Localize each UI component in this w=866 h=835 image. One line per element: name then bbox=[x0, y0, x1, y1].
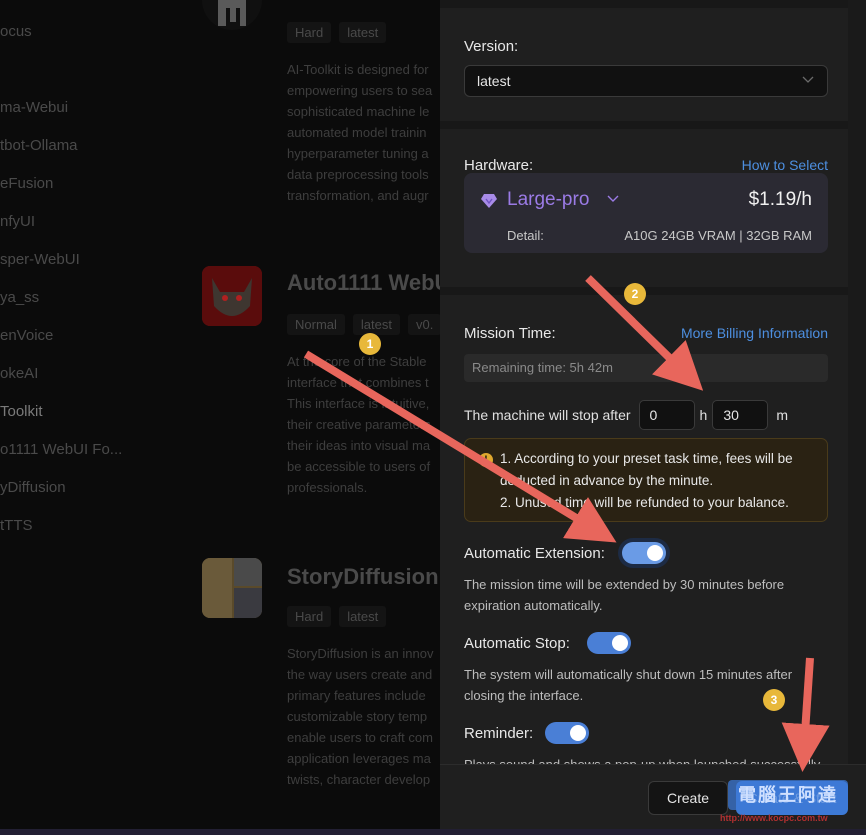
tag: Normal bbox=[287, 314, 345, 335]
warning-icon: ! bbox=[479, 453, 493, 467]
tag: v0. bbox=[407, 314, 440, 335]
bottom-bar bbox=[0, 829, 440, 835]
sidebar-item[interactable]: ya_ss bbox=[0, 289, 39, 306]
app-logo-icon bbox=[202, 0, 262, 30]
hardware-section: Hardware: How to Select Large-pro $1.19/… bbox=[440, 129, 848, 287]
sidebar-item[interactable]: yDiffusion bbox=[0, 479, 66, 496]
watermark-logo: 電腦王阿達 bbox=[728, 780, 848, 810]
app-description: StoryDiffusion is an innov the way users… bbox=[287, 646, 434, 787]
tag: latest bbox=[352, 314, 400, 335]
tag: Hard bbox=[287, 606, 332, 627]
step-badge-2: 2 bbox=[624, 283, 646, 305]
reminder-toggle[interactable] bbox=[545, 722, 589, 744]
scrollbar-track[interactable] bbox=[848, 0, 866, 764]
app-description: AI-Toolkit is designed for empowering us… bbox=[287, 62, 433, 203]
chevron-down-icon bbox=[802, 76, 814, 83]
hours-input[interactable] bbox=[638, 400, 695, 430]
diamond-icon bbox=[481, 194, 497, 208]
hardware-detail-value: A10G 24GB VRAM | 32GB RAM bbox=[624, 228, 812, 243]
sidebar-item[interactable]: enVoice bbox=[0, 327, 53, 344]
chevron-down-icon[interactable] bbox=[606, 192, 620, 206]
minutes-unit: m bbox=[776, 407, 788, 423]
app-title: Auto1111 WebUI bbox=[287, 270, 440, 295]
sidebar-item-active[interactable]: Toolkit bbox=[0, 403, 43, 420]
version-section: Version: latest bbox=[440, 8, 848, 121]
auto-extension-description: The mission time will be extended by 30 … bbox=[464, 577, 785, 613]
auto-extension-label: Automatic Extension: bbox=[464, 545, 605, 562]
auto-stop-description: The system will automatically shut down … bbox=[464, 667, 793, 703]
tag-row: Normal latest v0. bbox=[287, 314, 440, 335]
hardware-detail-label: Detail: bbox=[507, 228, 544, 243]
how-to-select-link[interactable]: How to Select bbox=[742, 157, 828, 173]
auto-stop-label: Automatic Stop: bbox=[464, 635, 570, 652]
tag: Hard bbox=[287, 22, 332, 43]
hardware-card[interactable]: Large-pro $1.19/h Detail: A10G 24GB VRAM… bbox=[464, 173, 828, 253]
sidebar-item[interactable]: o1111 WebUI Fo... bbox=[0, 441, 122, 458]
sidebar-item[interactable]: sper-WebUI bbox=[0, 251, 80, 268]
bottom-bar bbox=[440, 829, 866, 835]
stop-after-label: The machine will stop after bbox=[464, 407, 631, 423]
app-logo-icon bbox=[202, 558, 262, 618]
watermark-url: http://www.kocpc.com.tw bbox=[720, 813, 828, 823]
app-logo-icon bbox=[202, 266, 262, 326]
tag: latest bbox=[339, 22, 387, 43]
sidebar-item[interactable]: ocus bbox=[0, 23, 32, 40]
billing-warning: ! 1. According to your preset task time,… bbox=[464, 438, 828, 522]
sidebar-item[interactable]: tTTS bbox=[0, 517, 33, 534]
tag-row: Hard latest bbox=[287, 606, 387, 627]
background-page: ocus ma-Webui tbot-Ollama eFusion nfyUI … bbox=[0, 0, 440, 835]
auto-stop-toggle[interactable] bbox=[587, 632, 631, 654]
remaining-time: Remaining time: 5h 42m bbox=[464, 354, 828, 382]
step-badge-3: 3 bbox=[763, 689, 785, 711]
step-badge-1: 1 bbox=[359, 333, 381, 355]
app-description: At the core of the Stable interface that… bbox=[287, 354, 431, 495]
app-title: StoryDiffusion bbox=[287, 564, 439, 589]
create-drawer: Version: latest Hardware: How to Select … bbox=[440, 0, 866, 835]
sidebar-item[interactable]: okeAI bbox=[0, 365, 38, 382]
hours-unit: h bbox=[699, 407, 708, 423]
sidebar-item[interactable]: nfyUI bbox=[0, 213, 35, 230]
hardware-name[interactable]: Large-pro bbox=[507, 189, 589, 211]
stop-after-row: The machine will stop after h m bbox=[464, 399, 793, 431]
version-select-value: latest bbox=[477, 73, 511, 89]
version-label: Version: bbox=[464, 38, 519, 55]
mission-time-label: Mission Time: bbox=[464, 325, 556, 342]
reminder-label: Reminder: bbox=[464, 725, 534, 742]
hardware-label: Hardware: bbox=[464, 157, 534, 174]
mission-section: Mission Time: More Billing Information R… bbox=[440, 295, 848, 772]
sidebar: ocus ma-Webui tbot-Ollama eFusion nfyUI … bbox=[0, 0, 180, 835]
sidebar-item[interactable]: ma-Webui bbox=[0, 99, 68, 116]
tag: latest bbox=[339, 606, 387, 627]
create-button[interactable]: Create bbox=[648, 781, 728, 815]
hardware-price: $1.19/h bbox=[748, 189, 812, 210]
tag-row: Hard latest bbox=[287, 22, 387, 43]
minutes-input[interactable] bbox=[712, 400, 769, 430]
auto-extension-toggle[interactable] bbox=[622, 542, 666, 564]
sidebar-item[interactable]: eFusion bbox=[0, 175, 53, 192]
version-select[interactable]: latest bbox=[464, 65, 828, 97]
sidebar-item[interactable]: tbot-Ollama bbox=[0, 137, 78, 154]
billing-info-link[interactable]: More Billing Information bbox=[681, 325, 828, 341]
